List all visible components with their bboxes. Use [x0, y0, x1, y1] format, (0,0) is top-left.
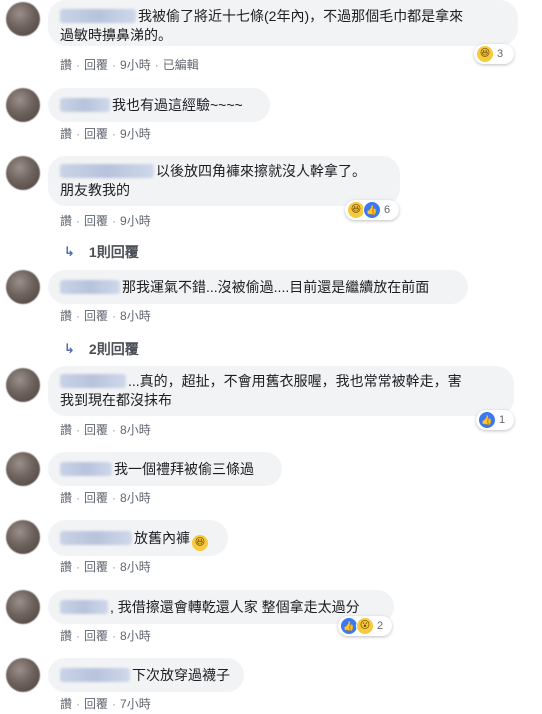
like-button[interactable]: 讚 [60, 307, 72, 324]
like-button[interactable]: 讚 [60, 558, 72, 575]
comment-text: 我也有過這經驗~~~~ [112, 97, 243, 113]
timestamp[interactable]: 8小時 [120, 558, 151, 575]
comment-actions: 讚 · 回覆 · 8小時 [60, 558, 151, 575]
comment-actions: 讚 · 回覆 · 7小時 [60, 695, 151, 712]
reply-button[interactable]: 回覆 [84, 627, 108, 644]
avatar[interactable] [6, 452, 40, 486]
comment-bubble: 放舊內褲 😆 [48, 520, 228, 556]
reaction-count: 1 [499, 414, 506, 426]
replies-count-label[interactable]: 1則回覆 [89, 242, 139, 262]
wow-icon: 😮 [356, 617, 374, 635]
timestamp[interactable]: 7小時 [120, 695, 151, 712]
reaction-count: 6 [384, 204, 391, 216]
reply-button[interactable]: 回覆 [84, 56, 108, 73]
reaction-summary[interactable]: 😆 3 [474, 44, 514, 64]
like-icon: 👍 [478, 411, 496, 429]
comment-actions: 讚 · 回覆 · 8小時 [60, 307, 151, 324]
reaction-summary[interactable]: 👍 1 [476, 410, 514, 430]
haha-icon: 😆 [476, 45, 494, 63]
author-name[interactable] [60, 164, 154, 178]
author-name[interactable] [60, 462, 112, 476]
like-button[interactable]: 讚 [60, 125, 72, 142]
reaction-count: 3 [497, 48, 504, 60]
reply-arrow-icon: ↳ [64, 244, 75, 259]
comment-actions: 讚 · 回覆 · 8小時 [60, 627, 151, 644]
comment-text: 下次放穿過襪子 [132, 667, 230, 683]
avatar[interactable] [6, 270, 40, 304]
comment-bubble: 下次放穿過襪子 [48, 658, 244, 692]
comment-bubble: ...真的，超扯，不會用舊衣服喔，我也常常被幹走，害 我到現在都沒抹布 [48, 366, 514, 416]
comment-text: 那我運氣不錯...沒被偷過....目前還是繼續放在前面 [122, 279, 430, 295]
laughing-emoji-icon: 😆 [192, 535, 208, 551]
reaction-count: 2 [377, 620, 384, 632]
reaction-summary[interactable]: 👍 😮 2 [338, 616, 392, 636]
reaction-summary[interactable]: 😆 👍 6 [345, 200, 399, 220]
comment-actions: 讚 · 回覆 · 9小時 [60, 125, 151, 142]
comment-actions: 讚 · 回覆 · 9小時 [60, 212, 151, 229]
like-button[interactable]: 讚 [60, 695, 72, 712]
comment-text: , 我借擦還會轉乾還人家 整個拿走太過分 [110, 599, 360, 615]
avatar[interactable] [6, 590, 40, 624]
like-button[interactable]: 讚 [60, 212, 72, 229]
comment-bubble: 那我運氣不錯...沒被偷過....目前還是繼續放在前面 [48, 270, 468, 304]
timestamp[interactable]: 9小時 [120, 212, 151, 229]
author-name[interactable] [60, 98, 110, 112]
avatar[interactable] [6, 368, 40, 402]
author-name[interactable] [60, 9, 136, 23]
like-button[interactable]: 讚 [60, 56, 72, 73]
comment-text: 放舊內褲 [134, 530, 190, 546]
reply-button[interactable]: 回覆 [84, 421, 108, 438]
reply-arrow-icon: ↳ [64, 341, 75, 356]
reply-button[interactable]: 回覆 [84, 212, 108, 229]
reply-button[interactable]: 回覆 [84, 125, 108, 142]
comment-text: 我一個禮拜被偷三條過 [114, 461, 254, 477]
timestamp[interactable]: 9小時 [120, 125, 151, 142]
reply-button[interactable]: 回覆 [84, 695, 108, 712]
comment-bubble: 以後放四角褲來擦就沒人幹拿了。 朋友教我的 [48, 156, 400, 206]
avatar[interactable] [6, 88, 40, 122]
timestamp[interactable]: 9小時 [120, 56, 151, 73]
comment-actions: 讚 · 回覆 · 9小時 · 已編輯 [60, 56, 199, 73]
timestamp[interactable]: 8小時 [120, 627, 151, 644]
comment-bubble: 我也有過這經驗~~~~ [48, 88, 270, 122]
reply-button[interactable]: 回覆 [84, 307, 108, 324]
author-name[interactable] [60, 280, 120, 294]
avatar[interactable] [6, 2, 40, 36]
view-replies-link[interactable]: ↳ 1則回覆 [64, 242, 139, 262]
reply-button[interactable]: 回覆 [84, 489, 108, 506]
avatar[interactable] [6, 156, 40, 190]
view-replies-link[interactable]: ↳ 2則回覆 [64, 339, 139, 359]
author-name[interactable] [60, 668, 130, 682]
timestamp[interactable]: 8小時 [120, 307, 151, 324]
like-icon: 👍 [363, 201, 381, 219]
comment-bubble: 我一個禮拜被偷三條過 [48, 452, 282, 486]
replies-count-label[interactable]: 2則回覆 [89, 339, 139, 359]
avatar[interactable] [6, 520, 40, 554]
edited-label[interactable]: 已編輯 [163, 56, 199, 73]
author-name[interactable] [60, 531, 132, 545]
comment-bubble: 我被偷了將近十七條(2年內)，不過那個毛巾都是拿來 過敏時擤鼻涕的。 [48, 0, 518, 46]
comment-actions: 讚 · 回覆 · 8小時 [60, 421, 151, 438]
avatar[interactable] [6, 658, 40, 692]
author-name[interactable] [60, 374, 126, 388]
timestamp[interactable]: 8小時 [120, 421, 151, 438]
like-button[interactable]: 讚 [60, 421, 72, 438]
timestamp[interactable]: 8小時 [120, 489, 151, 506]
reply-button[interactable]: 回覆 [84, 558, 108, 575]
comment-actions: 讚 · 回覆 · 8小時 [60, 489, 151, 506]
author-name[interactable] [60, 600, 108, 614]
like-button[interactable]: 讚 [60, 627, 72, 644]
like-button[interactable]: 讚 [60, 489, 72, 506]
